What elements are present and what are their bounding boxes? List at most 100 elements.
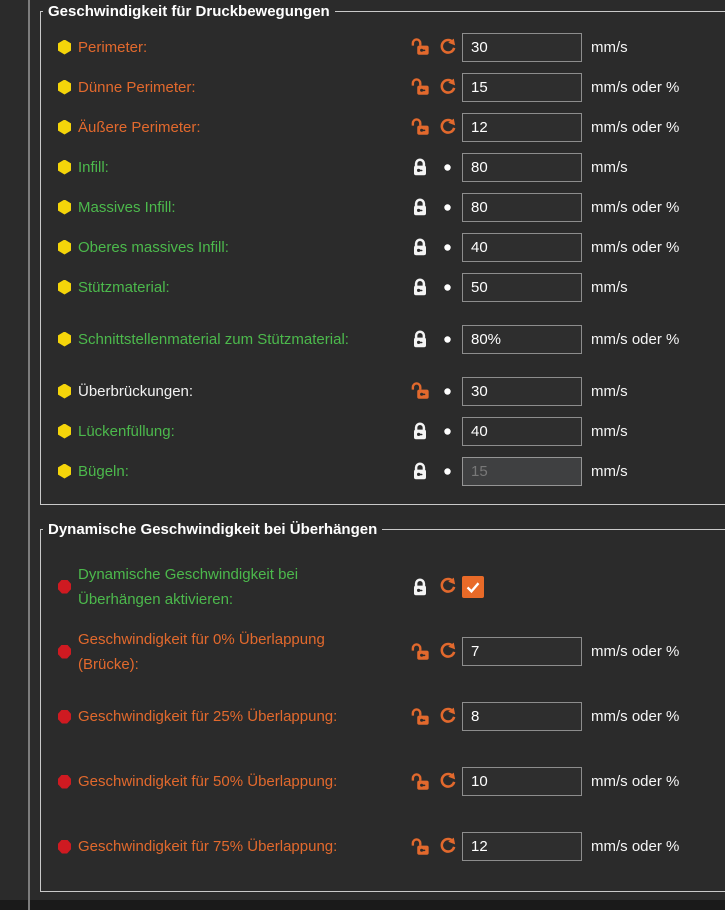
unit-label: mm/s (591, 38, 628, 56)
setting-label: Geschwindigkeit für 25% Überlappung: (78, 708, 338, 725)
setting-row: Massives Infill: mm/s oder % (41, 187, 725, 227)
lock-open-icon[interactable] (410, 772, 438, 792)
setting-label: Lückenfüllung: (78, 422, 175, 440)
setting-row: Infill: mm/s (41, 147, 725, 187)
setting-label: Äußere Perimeter: (78, 118, 201, 136)
setting-row: Dünne Perimeter: mm/s oder % (41, 67, 725, 107)
value-input[interactable] (462, 72, 582, 102)
lock-closed-icon[interactable] (410, 157, 438, 177)
setting-label: Perimeter: (78, 38, 148, 56)
group-title: Dynamische Geschwindigkeit bei Überhänge… (48, 521, 378, 538)
lock-open-icon[interactable] (410, 37, 438, 57)
hexagon-bullet-icon (58, 423, 71, 439)
dot-icon (438, 158, 462, 177)
setting-label: Infill: (78, 158, 109, 176)
dot-icon (438, 238, 462, 257)
setting-control-cell (462, 832, 584, 861)
unit-label: mm/s (591, 158, 628, 176)
value-input[interactable] (462, 152, 582, 182)
lock-closed-icon[interactable] (410, 237, 438, 257)
unit-label: mm/s (591, 382, 628, 400)
lock-open-icon[interactable] (410, 837, 438, 857)
hexagon-bullet-icon (58, 331, 71, 347)
unit-label: mm/s oder % (591, 708, 680, 725)
hexagon-bullet-icon (58, 119, 71, 135)
setting-control-cell (462, 192, 584, 222)
value-input[interactable] (462, 112, 582, 142)
setting-label: Dynamische Geschwindigkeit bei Überhänge… (78, 565, 299, 608)
octagon-bullet-icon (58, 709, 71, 724)
setting-row: Überbrückungen: mm/s (41, 371, 725, 411)
undo-arrow-icon[interactable] (438, 38, 462, 57)
setting-label: Schnittstellenmaterial zum Stützmaterial… (78, 330, 349, 348)
undo-arrow-icon[interactable] (438, 707, 462, 726)
setting-label: Geschwindigkeit für 75% Überlappung: (78, 838, 338, 855)
setting-row: Geschwindigkeit für 0% Überlappung (Brüc… (41, 619, 725, 684)
unit-label: mm/s (591, 422, 628, 440)
setting-row: Schnittstellenmaterial zum Stützmaterial… (41, 307, 725, 371)
group-title: Geschwindigkeit für Druckbewegungen (48, 3, 330, 20)
value-input[interactable] (462, 324, 582, 354)
lock-open-icon[interactable] (410, 117, 438, 137)
value-input[interactable] (462, 637, 582, 666)
overhang-speed-group: Dynamische Geschwindigkeit bei Überhänge… (40, 520, 725, 892)
lock-closed-icon[interactable] (410, 277, 438, 297)
value-input[interactable] (462, 767, 582, 796)
setting-row: Stützmaterial: mm/s (41, 267, 725, 307)
setting-control-cell (462, 416, 584, 446)
dot-icon (438, 382, 462, 401)
setting-label: Dünne Perimeter: (78, 78, 196, 96)
value-input[interactable] (462, 376, 582, 406)
setting-control-cell (462, 376, 584, 406)
unit-label: mm/s oder % (591, 118, 680, 136)
undo-arrow-icon[interactable] (438, 78, 462, 97)
undo-arrow-icon[interactable] (438, 772, 462, 791)
lock-open-icon[interactable] (410, 381, 438, 401)
undo-arrow-icon[interactable] (438, 642, 462, 661)
value-input[interactable] (462, 702, 582, 731)
setting-control-cell (462, 112, 584, 142)
print-speed-group: Geschwindigkeit für Druckbewegungen Peri… (40, 2, 725, 505)
lock-open-icon[interactable] (410, 707, 438, 727)
dot-icon (438, 198, 462, 217)
setting-control-cell (462, 232, 584, 262)
value-input[interactable] (462, 192, 582, 222)
lock-closed-icon[interactable] (410, 197, 438, 217)
undo-arrow-icon[interactable] (438, 577, 462, 596)
unit-label: mm/s (591, 462, 628, 480)
unit-label: mm/s oder % (591, 78, 680, 96)
unit-label: mm/s oder % (591, 643, 680, 660)
lock-closed-icon[interactable] (410, 577, 438, 597)
lock-closed-icon[interactable] (410, 461, 438, 481)
undo-arrow-icon[interactable] (438, 837, 462, 856)
undo-arrow-icon[interactable] (438, 118, 462, 137)
setting-control-cell (462, 32, 584, 62)
value-input[interactable] (462, 272, 582, 302)
setting-label: Geschwindigkeit für 50% Überlappung: (78, 773, 338, 790)
value-input[interactable] (462, 32, 582, 62)
setting-label: Geschwindigkeit für 0% Überlappung (Brüc… (78, 630, 325, 673)
overhang-speed-rows: Dynamische Geschwindigkeit bei Überhänge… (41, 554, 725, 879)
unit-label: mm/s oder % (591, 238, 680, 256)
setting-label: Massives Infill: (78, 198, 176, 216)
value-input[interactable] (462, 456, 582, 486)
dot-icon (438, 278, 462, 297)
unit-label: mm/s oder % (591, 838, 680, 855)
setting-label: Oberes massives Infill: (78, 238, 229, 256)
value-input[interactable] (462, 832, 582, 861)
setting-row: Äußere Perimeter: mm/s oder % (41, 107, 725, 147)
lock-open-icon[interactable] (410, 642, 438, 662)
setting-control-cell (462, 72, 584, 102)
setting-row: Geschwindigkeit für 50% Überlappung: mm/… (41, 749, 725, 814)
hexagon-bullet-icon (58, 383, 71, 399)
lock-closed-icon[interactable] (410, 421, 438, 441)
lock-closed-icon[interactable] (410, 329, 438, 349)
enable-checkbox[interactable] (462, 575, 484, 598)
hexagon-bullet-icon (58, 463, 71, 479)
setting-label: Überbrückungen: (78, 382, 194, 400)
hexagon-bullet-icon (58, 239, 71, 255)
value-input[interactable] (462, 232, 582, 262)
value-input[interactable] (462, 416, 582, 446)
setting-control-cell (462, 637, 584, 666)
lock-open-icon[interactable] (410, 77, 438, 97)
